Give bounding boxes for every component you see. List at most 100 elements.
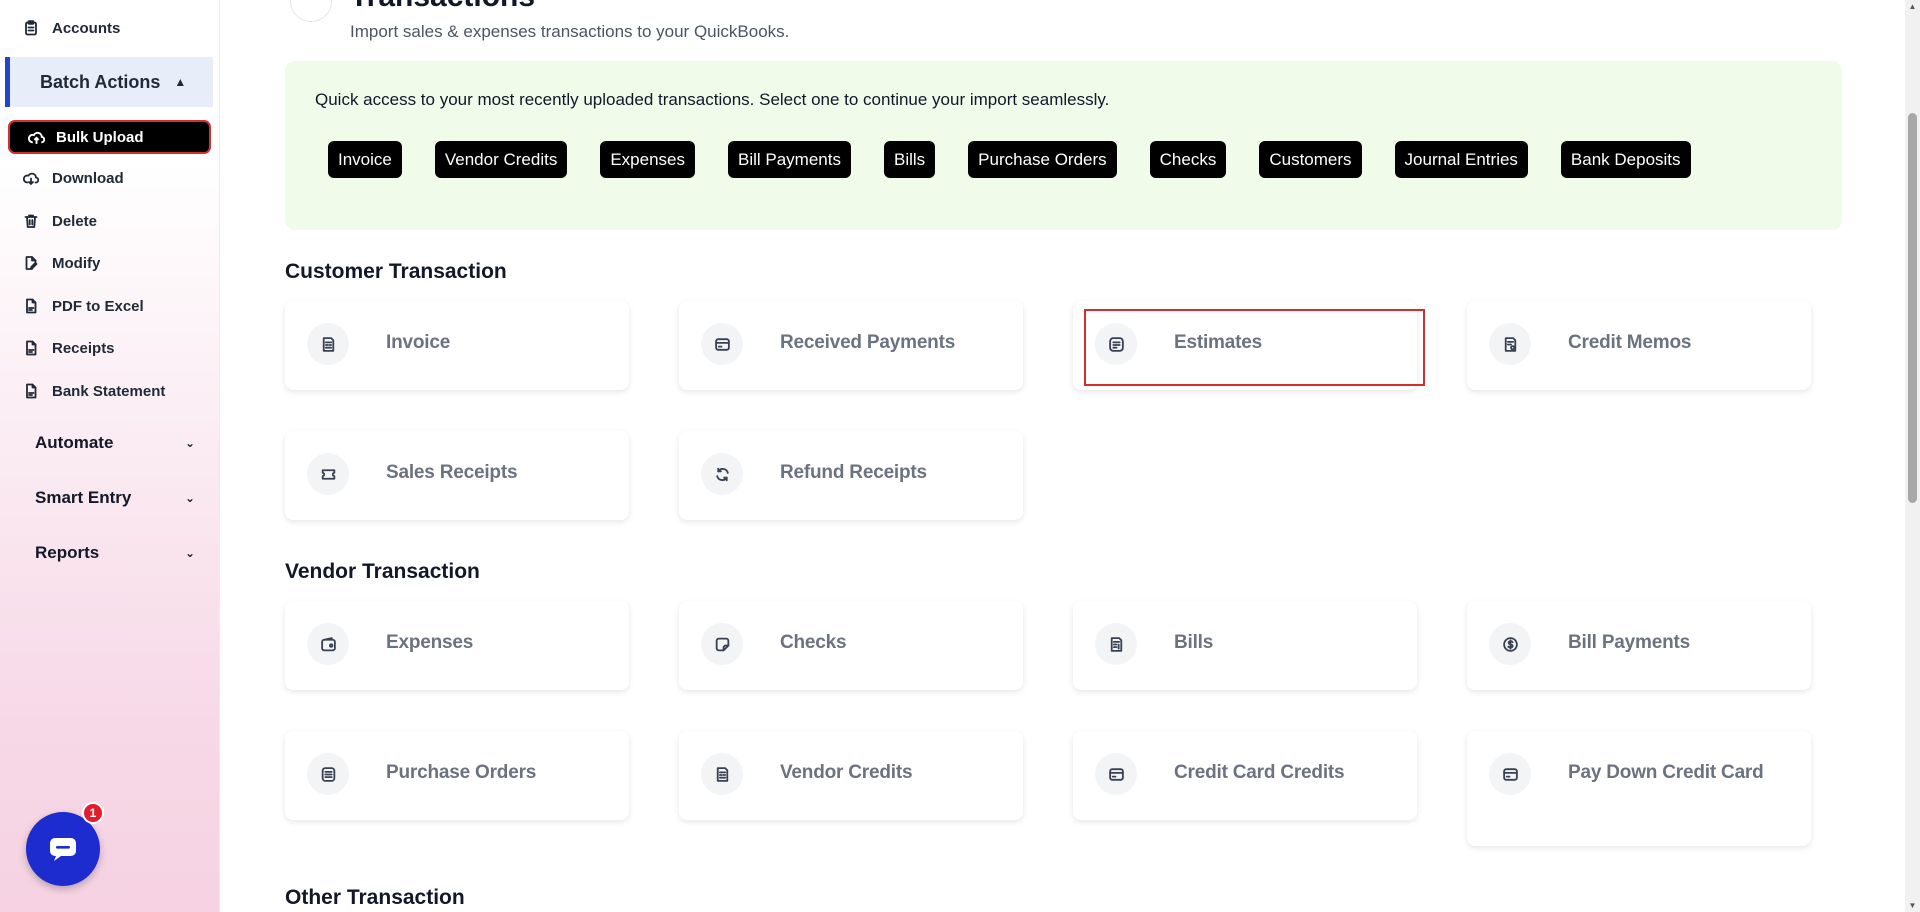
chevron-up-icon: ▲ [174, 75, 187, 89]
credit-card-icon [1095, 753, 1137, 795]
card-label: Estimates [1174, 332, 1262, 353]
card-label: Credit Memos [1568, 332, 1692, 353]
credit-card-icon [1489, 753, 1531, 795]
card-label: Bill Payments [1568, 632, 1691, 653]
card-vendor-credits[interactable]: Vendor Credits [679, 731, 1023, 820]
sidebar-group-label: Smart Entry [35, 488, 132, 507]
card-pay-down-credit-card[interactable]: Pay Down Credit Card [1467, 731, 1811, 846]
sidebar-item-bank-statement[interactable]: Bank Statement [22, 379, 165, 403]
card-credit-memos[interactable]: Credit Memos [1467, 301, 1811, 390]
trash-icon [22, 212, 40, 230]
sidebar-item-label: Accounts [52, 19, 121, 37]
clipboard-icon [22, 19, 40, 37]
card-credit-card-credits[interactable]: Credit Card Credits [1073, 731, 1417, 820]
sidebar-group-label: Reports [35, 543, 100, 562]
quick-access-text: Quick access to your most recently uploa… [315, 90, 1110, 109]
sidebar-group-reports[interactable]: Reports ⌄ [35, 543, 195, 563]
sidebar-item-label: Download [52, 169, 124, 187]
chip-expenses[interactable]: Expenses [600, 141, 695, 178]
sidebar-item-modify[interactable]: Modify [22, 251, 100, 275]
file-icon [22, 382, 40, 400]
sidebar-item-accounts[interactable]: Accounts [22, 16, 120, 40]
section-title-other: Other Transaction [285, 886, 465, 909]
card-label: Bills [1174, 632, 1214, 653]
sidebar-group-batch-actions[interactable]: Batch Actions ▲ [5, 57, 213, 107]
card-received-payments[interactable]: Received Payments [679, 301, 1023, 390]
card-estimates[interactable]: Estimates [1073, 301, 1417, 390]
sidebar-item-receipts[interactable]: Receipts [22, 336, 115, 360]
sidebar-item-label: Modify [52, 254, 101, 272]
card-invoice[interactable]: Invoice [285, 301, 629, 390]
quick-access-panel: Quick access to your most recently uploa… [285, 61, 1842, 230]
card-label: Credit Card Credits [1174, 762, 1345, 783]
chip-bank-deposits[interactable]: Bank Deposits [1560, 141, 1691, 178]
card-label: Received Payments [780, 332, 956, 353]
card-bill-payments[interactable]: Bill Payments [1467, 601, 1811, 690]
file-icon [22, 297, 40, 315]
card-refund-receipts[interactable]: Refund Receipts [679, 431, 1023, 520]
card-purchase-orders[interactable]: Purchase Orders [285, 731, 629, 820]
scroll-up-arrow-icon[interactable]: ▲ [1908, 2, 1917, 11]
sidebar-item-label: Receipts [52, 339, 115, 357]
quick-access-chips: Invoice Vendor Credits Expenses Bill Pay… [328, 141, 1724, 178]
card-sales-receipts[interactable]: Sales Receipts [285, 431, 629, 520]
sidebar-group-label: Batch Actions [40, 71, 161, 92]
chevron-down-icon: ⌄ [184, 436, 195, 450]
transactions-icon [290, 0, 332, 22]
sidebar-group-smart-entry[interactable]: Smart Entry ⌄ [35, 488, 195, 508]
card-label: Checks [780, 632, 847, 653]
chip-checks[interactable]: Checks [1149, 141, 1227, 178]
sidebar-item-label: Bulk Upload [56, 128, 144, 146]
sidebar-item-bulk-upload[interactable]: Bulk Upload [8, 120, 211, 154]
sidebar-group-automate[interactable]: Automate ⌄ [35, 433, 195, 453]
refresh-icon [701, 453, 743, 495]
card-label: Sales Receipts [386, 462, 518, 483]
cloud-upload-icon [28, 131, 45, 144]
chip-customers[interactable]: Customers [1259, 141, 1362, 178]
section-title-customer: Customer Transaction [285, 260, 507, 283]
sidebar-item-label: Bank Statement [52, 382, 166, 400]
file-icon [22, 339, 40, 357]
bill-icon [1095, 623, 1137, 665]
chip-vendor-credits[interactable]: Vendor Credits [434, 141, 568, 178]
chip-purchase-orders[interactable]: Purchase Orders [968, 141, 1117, 178]
notification-badge: 1 [82, 802, 104, 824]
page-title: Transactions [350, 0, 535, 14]
card-label: Vendor Credits [780, 762, 913, 783]
section-title-vendor: Vendor Transaction [285, 560, 480, 583]
chip-bill-payments[interactable]: Bill Payments [728, 141, 851, 178]
list-doc-icon [307, 753, 349, 795]
sidebar-item-pdf-to-excel[interactable]: PDF to Excel [22, 294, 144, 318]
card-label: Refund Receipts [780, 462, 927, 483]
card-expenses[interactable]: Expenses [285, 601, 629, 690]
card-checks[interactable]: Checks [679, 601, 1023, 690]
memo-icon [1489, 323, 1531, 365]
sidebar-item-delete[interactable]: Delete [22, 209, 97, 233]
page-subtitle: Import sales & expenses transactions to … [350, 22, 790, 41]
main-content: Transactions Import sales & expenses tra… [225, 0, 1905, 912]
check-square-icon [701, 623, 743, 665]
card-label: Purchase Orders [386, 762, 537, 783]
card-icon [701, 323, 743, 365]
invoice-icon [701, 753, 743, 795]
card-label: Invoice [386, 332, 451, 353]
chip-journal-entries[interactable]: Journal Entries [1394, 141, 1528, 178]
scroll-down-arrow-icon[interactable]: ▼ [1908, 901, 1917, 910]
edit-file-icon [22, 254, 40, 272]
chip-bills[interactable]: Bills [883, 141, 936, 178]
sidebar-group-label: Automate [35, 433, 114, 452]
chip-invoice[interactable]: Invoice [328, 141, 402, 178]
dollar-circle-icon [1489, 623, 1531, 665]
sidebar: Accounts Batch Actions ▲ Bulk Upload Dow… [0, 0, 220, 912]
ticket-icon [307, 453, 349, 495]
vertical-scrollbar[interactable]: ▲ ▼ [1905, 0, 1920, 912]
card-bills[interactable]: Bills [1073, 601, 1417, 690]
chat-icon [50, 838, 76, 861]
chevron-down-icon: ⌄ [184, 491, 195, 505]
sidebar-item-download[interactable]: Download [22, 166, 124, 190]
invoice-icon [307, 323, 349, 365]
sidebar-item-label: Delete [52, 212, 98, 230]
scrollbar-thumb[interactable] [1908, 113, 1917, 503]
card-label: Expenses [386, 632, 474, 653]
chevron-down-icon: ⌄ [184, 546, 195, 560]
